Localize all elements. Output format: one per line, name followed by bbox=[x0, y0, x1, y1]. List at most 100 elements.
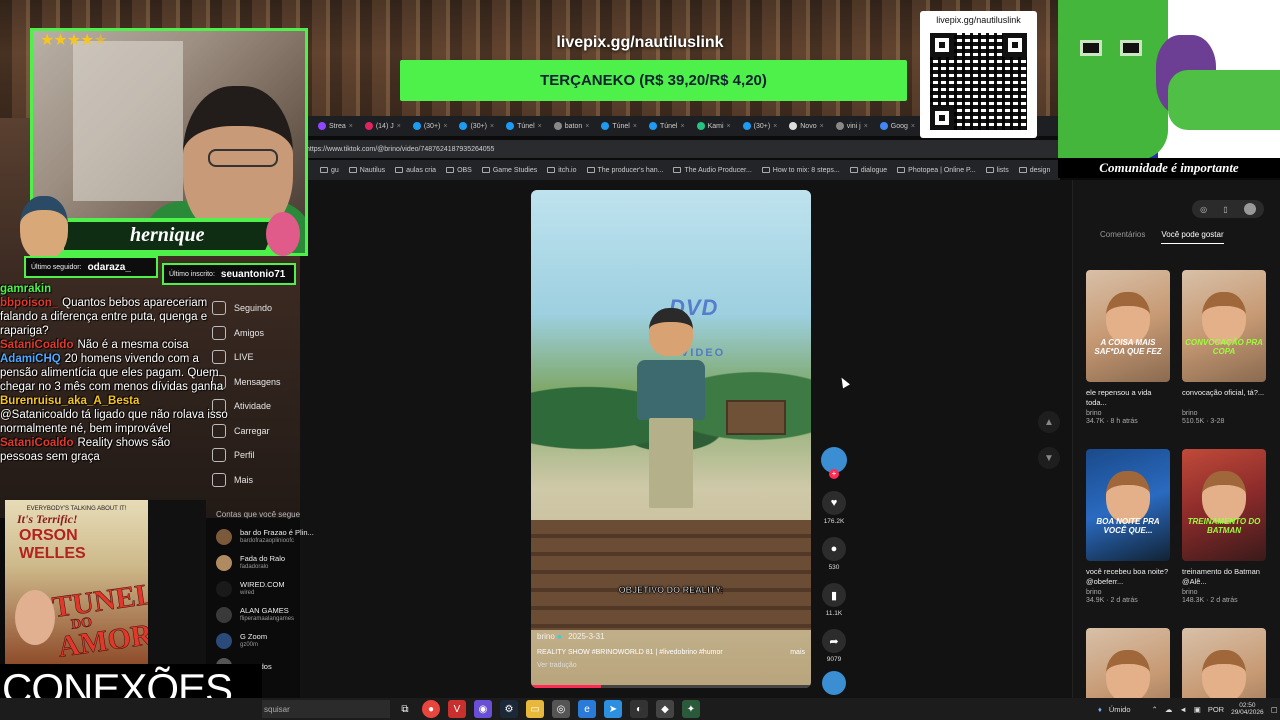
video-author[interactable]: brino bbox=[537, 632, 555, 641]
browser-tab[interactable]: baton × bbox=[550, 122, 594, 130]
chrome-icon[interactable]: ● bbox=[422, 700, 440, 718]
weather-text[interactable]: Úmido bbox=[1109, 705, 1131, 714]
network-icon[interactable]: ▣ bbox=[1194, 705, 1201, 714]
vivaldi-icon[interactable]: V bbox=[448, 700, 466, 718]
tab-close-icon[interactable]: × bbox=[680, 123, 684, 130]
url-text[interactable]: https://www.tiktok.com/@brino/video/7487… bbox=[306, 146, 494, 153]
chevron-down-icon[interactable]: ▼ bbox=[1038, 447, 1060, 469]
suggested-video-author[interactable]: brino bbox=[1182, 589, 1266, 596]
browser-tab[interactable]: (30+) × bbox=[409, 122, 452, 130]
browser-tab[interactable]: Goog × bbox=[876, 122, 919, 130]
suggested-video-title[interactable]: convocação oficial, tá?... bbox=[1182, 388, 1266, 408]
bookmark-item[interactable]: gu bbox=[320, 167, 339, 174]
browser-tab[interactable]: (30+) × bbox=[455, 122, 498, 130]
comment-icon[interactable]: ● bbox=[822, 537, 846, 561]
following-account[interactable]: Fada do Ralo fadadoralo bbox=[216, 554, 326, 571]
bookmark-item[interactable]: Photopea | Online P... bbox=[897, 167, 976, 174]
language-indicator[interactable]: POR bbox=[1208, 705, 1224, 714]
address-bar[interactable]: https://www.tiktok.com/@brino/video/7487… bbox=[300, 140, 1060, 158]
following-account[interactable]: G Zoom gz00m bbox=[216, 632, 326, 649]
bookmark-item[interactable]: itch.io bbox=[547, 167, 577, 174]
chevron-up-icon[interactable]: ▲ bbox=[1038, 411, 1060, 433]
browser-tab[interactable]: (30+) × bbox=[739, 122, 782, 130]
suggested-video-title[interactable]: você recebeu boa noite? @obeferr... bbox=[1086, 567, 1170, 587]
following-account[interactable]: ALAN GAMES fliperamaalangames bbox=[216, 606, 326, 623]
video-author-line[interactable]: brino ● 2025-3-31 bbox=[537, 632, 805, 641]
bookmark-item[interactable]: design bbox=[1018, 167, 1050, 174]
profile-avatar[interactable] bbox=[1243, 203, 1256, 215]
tab-you-may-like[interactable]: Você pode gostar bbox=[1161, 230, 1224, 244]
tab-close-icon[interactable]: × bbox=[864, 123, 868, 130]
bookmark-item[interactable]: OBS bbox=[446, 167, 472, 174]
tab-close-icon[interactable]: × bbox=[443, 123, 447, 130]
browser-tab[interactable]: Novo × bbox=[785, 122, 827, 130]
bookmark-item[interactable]: The producer's han... bbox=[586, 167, 663, 174]
browser-tab[interactable]: Túnel × bbox=[502, 122, 546, 130]
cloud-icon[interactable]: ☁ bbox=[1165, 705, 1173, 714]
tab-close-icon[interactable]: × bbox=[538, 123, 542, 130]
suggested-video-author[interactable]: brino bbox=[1086, 589, 1170, 596]
tray-chevron-icon[interactable]: ⌃ bbox=[1152, 705, 1158, 714]
audio-icon[interactable]: ◄ bbox=[1179, 705, 1186, 714]
translate-link[interactable]: Ver tradução bbox=[537, 662, 805, 669]
task-view-icon[interactable]: ⧉ bbox=[396, 700, 414, 718]
tab-close-icon[interactable]: × bbox=[633, 123, 637, 130]
browser-tab[interactable]: (14) J × bbox=[361, 122, 405, 130]
telegram-icon[interactable]: ➤ bbox=[604, 700, 622, 718]
notification-icon[interactable]: ▢ bbox=[1271, 705, 1278, 714]
bookmark-item[interactable]: How to mix: 8 steps... bbox=[761, 167, 840, 174]
weather-icon[interactable]: ♦ bbox=[1098, 705, 1102, 714]
video-thumbnail[interactable]: BOA NOITE PRA VOCÊ QUE... bbox=[1086, 449, 1170, 561]
music-disc-icon[interactable] bbox=[822, 671, 846, 695]
location-icon[interactable]: ◎ bbox=[1200, 205, 1207, 214]
phone-icon[interactable]: ▯ bbox=[1223, 205, 1227, 214]
author-avatar[interactable]: + bbox=[821, 447, 847, 479]
more-link[interactable]: mais bbox=[790, 649, 805, 656]
taskbar-search[interactable]: squisar bbox=[262, 700, 390, 718]
bookmark-item[interactable]: dialogue bbox=[849, 167, 887, 174]
tab-close-icon[interactable]: × bbox=[585, 123, 589, 130]
browser-tab[interactable]: Túnel × bbox=[645, 122, 689, 130]
suggested-video-title[interactable]: ele repensou a vida toda... bbox=[1086, 388, 1170, 408]
browser-tab[interactable]: vini j × bbox=[832, 122, 872, 130]
bookmark-item[interactable]: Nautilus bbox=[348, 167, 385, 174]
tab-close-icon[interactable]: × bbox=[820, 123, 824, 130]
bookmark-item[interactable]: The Audio Producer... bbox=[673, 167, 752, 174]
video-thumbnail[interactable]: CONVOCAÇÃO PRA COPA bbox=[1182, 270, 1266, 382]
clock[interactable]: 02:50 29/04/2026 bbox=[1231, 702, 1264, 717]
follow-plus-icon[interactable]: + bbox=[829, 469, 839, 479]
suggested-video-author[interactable]: brino bbox=[1086, 410, 1170, 417]
video-thumbnail[interactable]: A COISA MAIS SAF*DA QUE FEZ bbox=[1086, 270, 1170, 382]
bookmark-item[interactable]: Game Studies bbox=[481, 167, 537, 174]
video-player[interactable]: DVD VIDEO OBJETIVO DO REALITY: brino ● 2… bbox=[531, 190, 811, 688]
following-account[interactable]: WIRED.COM wired bbox=[216, 580, 326, 597]
suggested-video-card[interactable]: CONVOCAÇÃO PRA COPA convocação oficial, t… bbox=[1182, 270, 1266, 425]
bookmark-item[interactable]: aulas cria bbox=[395, 167, 436, 174]
tab-comments[interactable]: Comentários bbox=[1100, 230, 1145, 244]
bookmark-item[interactable]: lists bbox=[985, 167, 1009, 174]
suggested-video-card[interactable]: TREINAMENTO DO BATMAN treinamento do Batm… bbox=[1182, 449, 1266, 604]
video-thumbnail[interactable]: TREINAMENTO DO BATMAN bbox=[1182, 449, 1266, 561]
like-heart-icon[interactable]: ♥ bbox=[822, 491, 846, 515]
suggested-video-author[interactable]: brino bbox=[1182, 410, 1266, 417]
browser-tab[interactable]: Strea × bbox=[314, 122, 357, 130]
suggested-video-title[interactable]: treinamento do Batman @Alê... bbox=[1182, 567, 1266, 587]
app-icon-1[interactable]: ◆ bbox=[656, 700, 674, 718]
share-arrow-icon[interactable]: ➦ bbox=[822, 629, 846, 653]
nav-item-mais[interactable]: Mais bbox=[212, 468, 322, 493]
tab-close-icon[interactable]: × bbox=[773, 123, 777, 130]
obs-icon[interactable]: ◐ bbox=[630, 700, 648, 718]
folder-icon[interactable]: ▭ bbox=[526, 700, 544, 718]
tab-close-icon[interactable]: × bbox=[911, 123, 915, 130]
suggested-video-card[interactable]: BOA NOITE PRA VOCÊ QUE... você recebeu bo… bbox=[1086, 449, 1170, 604]
browser-tab[interactable]: Túnel × bbox=[597, 122, 641, 130]
video-progress-bar[interactable] bbox=[531, 685, 811, 688]
tab-close-icon[interactable]: × bbox=[397, 123, 401, 130]
bookmark-icon[interactable]: ▮ bbox=[822, 583, 846, 607]
suggested-video-card[interactable]: A COISA MAIS SAF*DA QUE FEZ ele repensou … bbox=[1086, 270, 1170, 425]
edge-icon[interactable]: e bbox=[578, 700, 596, 718]
following-account[interactable]: bar do Frazao é Plin... bardofrazaoplinio… bbox=[216, 528, 326, 545]
app-icon-2[interactable]: ✦ bbox=[682, 700, 700, 718]
steam-icon[interactable]: ⚙ bbox=[500, 700, 518, 718]
discord-icon[interactable]: ◉ bbox=[474, 700, 492, 718]
